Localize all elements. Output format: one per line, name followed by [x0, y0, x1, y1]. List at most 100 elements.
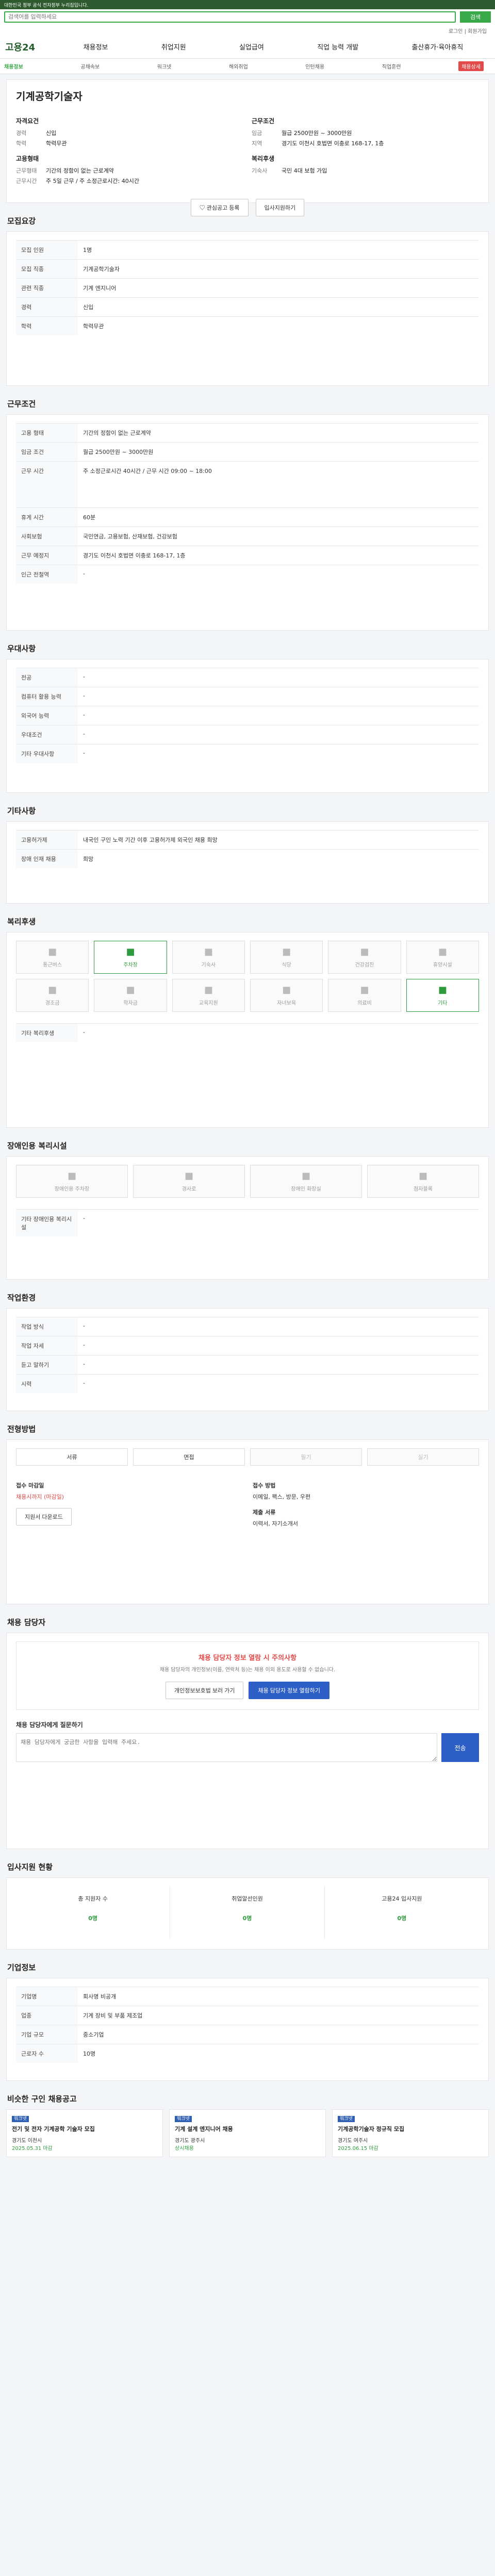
etc-icon: ■ — [438, 985, 447, 995]
facility-item: ■ 장애인 화장실 — [250, 1165, 362, 1198]
label: 근무 예정지 — [16, 546, 78, 565]
welfare-label: 자녀보육 — [277, 1001, 296, 1006]
search-bar: 검색 — [0, 9, 495, 25]
facility-item: ■ 점자블록 — [367, 1165, 479, 1198]
send-question-button[interactable]: 전송 — [441, 1733, 479, 1762]
label: 고용 형태 — [16, 423, 78, 443]
subnav-3[interactable]: 해외취업 — [229, 62, 248, 70]
facility-item: ■ 장애인용 주차장 — [16, 1165, 128, 1198]
label: 외국어 능력 — [16, 706, 78, 725]
privacy-law-button[interactable]: 개인정보보호법 보러 가기 — [166, 1682, 244, 1699]
subnav-1[interactable]: 공채속보 — [80, 62, 100, 70]
nav-item-2[interactable]: 실업급여 — [236, 42, 267, 52]
subnav-0[interactable]: 채용정보 — [4, 62, 23, 70]
value: 회사명 비공개 — [78, 1987, 479, 2006]
utility-links[interactable]: 로그인 | 회원가입 — [0, 25, 495, 35]
label: 모집 직종 — [16, 259, 78, 279]
ramp-icon: ■ — [184, 1171, 193, 1181]
stat-referral: 취업알선인원 0명 — [170, 1886, 325, 1939]
search-button[interactable]: 검색 — [460, 11, 491, 23]
label: 임금 조건 — [16, 442, 78, 462]
manager-card: 채용 담당자 정보 열람 시 주의사항 채용 담당자의 개인정보(이름, 연락처… — [6, 1633, 489, 1849]
welfare-label: 기타 — [438, 1001, 448, 1006]
search-input[interactable] — [4, 11, 456, 23]
facility-label: 점자블록 — [414, 1187, 433, 1192]
nav-item-4[interactable]: 출산휴가·육아휴직 — [408, 42, 466, 52]
method-document: 서류 — [16, 1448, 128, 1466]
recommend-item[interactable]: 워크넷 전기 및 전자 기계공학 기술자 모집 경기도 이천시 2025.05.… — [6, 2109, 163, 2157]
value: - — [78, 1374, 479, 1393]
other-title: 기타사항 — [7, 806, 36, 816]
welfare-card: ■ 통근버스 ■ 주차장 ■ 기숙사 ■ 식당 ■ 건강검진 ■ 휴양시설 ■ 경조금 ■ 학자… — [6, 932, 489, 1128]
subnav-4[interactable]: 인턴채용 — [305, 62, 324, 70]
welfare-label: 휴양시설 — [433, 962, 452, 968]
method-interview: 면접 — [133, 1448, 245, 1466]
label: 근로자 수 — [16, 2044, 78, 2063]
stat-value: 0명 — [242, 1915, 252, 1922]
value: - — [78, 1209, 479, 1236]
parking-icon: ■ — [67, 1171, 76, 1181]
deadline-label: 접수 마감일 — [16, 1482, 44, 1489]
label: 기업명 — [16, 1987, 78, 2006]
company-card: 기업명 회사명 비공개 업종 기계 장비 및 부품 제조업 기업 규모 중소기업 근로… — [6, 1978, 489, 2081]
nav-item-0[interactable]: 채용정보 — [80, 42, 111, 52]
label: 지역 — [252, 140, 262, 147]
value: 중소기업 — [78, 2025, 479, 2044]
value: - — [78, 1023, 479, 1042]
label: 장애 인재 채용 — [16, 849, 78, 868]
view-manager-button[interactable]: 채용 담당자 정보 열람하기 — [249, 1682, 329, 1699]
pref-title: 우대사항 — [7, 644, 36, 653]
recommend-item[interactable]: 워크넷 기계 설계 엔지니어 채용 경기도 광주시 상시채용 — [169, 2109, 326, 2157]
label: 기숙사 — [252, 167, 268, 174]
gift-icon: ■ — [48, 985, 57, 995]
subnav-2[interactable]: 워크넷 — [157, 62, 172, 70]
method-written: 필기 — [250, 1448, 362, 1466]
value: 신입 — [78, 297, 479, 317]
label: 컴퓨터 활용 능력 — [16, 687, 78, 706]
label: 경력 — [16, 297, 78, 317]
bookmark-button[interactable]: ♡ 관심공고 등록 — [190, 199, 249, 216]
leisure-icon: ■ — [438, 946, 447, 957]
value: - — [78, 744, 479, 763]
apply-method-value: 이메일, 팩스, 방문, 우편 — [253, 1494, 311, 1500]
detail-badge: 채용상세 — [458, 61, 484, 71]
braille-icon: ■ — [418, 1171, 427, 1181]
duty-title: 모집요강 — [7, 216, 36, 226]
meal-icon: ■ — [282, 946, 291, 957]
welfare-item: ■ 학자금 — [94, 979, 167, 1012]
value: - — [78, 668, 479, 687]
sub-nav: 채용정보 공채속보 워크넷 해외취업 인턴채용 직업훈련 채용상세 — [0, 59, 495, 74]
value: 내국인 구인 노력 기간 이후 고용허가제 외국인 채용 희망 — [78, 830, 479, 850]
value: 기계 장비 및 부품 제조업 — [78, 2006, 479, 2025]
label: 기타 장애인용 복리시설 — [16, 1209, 78, 1236]
welfare-item: ■ 자녀보육 — [250, 979, 323, 1012]
stat-value: 0명 — [397, 1915, 407, 1922]
question-textarea[interactable] — [16, 1733, 438, 1762]
toilet-icon: ■ — [301, 1171, 310, 1181]
method-card: 서류 면접 필기 실기 접수 마감일 채용시까지 (마감일) 지원서 다운로드 … — [6, 1439, 489, 1604]
welfare-label: 식당 — [282, 962, 291, 968]
subnav-5[interactable]: 직업훈련 — [382, 62, 401, 70]
value: 경기도 이천시 호법면 이충로 168-17, 1층 — [282, 140, 384, 147]
label: 근무시간 — [16, 178, 37, 184]
source-tag: 워크넷 — [338, 2116, 355, 2122]
education-icon: ■ — [204, 985, 213, 995]
main-nav: 채용정보 취업지원 실업급여 직업 능력 개발 출산휴가·육아휴직 — [57, 42, 490, 52]
apply-button[interactable]: 입사지원하기 — [255, 199, 305, 216]
label: 학력 — [16, 316, 78, 335]
recommend-item[interactable]: 워크넷 기계공학기술자 정규직 모집 경기도 여주시 2025.06.15 마감 — [332, 2109, 489, 2157]
welfare-label: 주차장 — [123, 962, 138, 968]
label: 휴게 시간 — [16, 507, 78, 527]
value: - — [78, 706, 479, 725]
nav-item-3[interactable]: 직업 능력 개발 — [314, 42, 361, 52]
recommend-list: 워크넷 전기 및 전자 기계공학 기술자 모집 경기도 이천시 2025.05.… — [0, 2109, 495, 2157]
nav-item-1[interactable]: 취업지원 — [158, 42, 189, 52]
health-icon: ■ — [360, 946, 369, 957]
logo[interactable]: 고용24 — [5, 40, 46, 54]
label: 기타 우대사항 — [16, 744, 78, 763]
disabled-card: ■ 장애인용 주차장 ■ 경사로 ■ 장애인 화장실 ■ 점자블록 기타 장애인용 복리… — [6, 1156, 489, 1280]
download-form-button[interactable]: 지원서 다운로드 — [16, 1508, 72, 1526]
welfare-label: 경조금 — [45, 1001, 60, 1006]
documents-value: 이력서, 자기소개서 — [253, 1520, 298, 1527]
label: 기업 규모 — [16, 2025, 78, 2044]
